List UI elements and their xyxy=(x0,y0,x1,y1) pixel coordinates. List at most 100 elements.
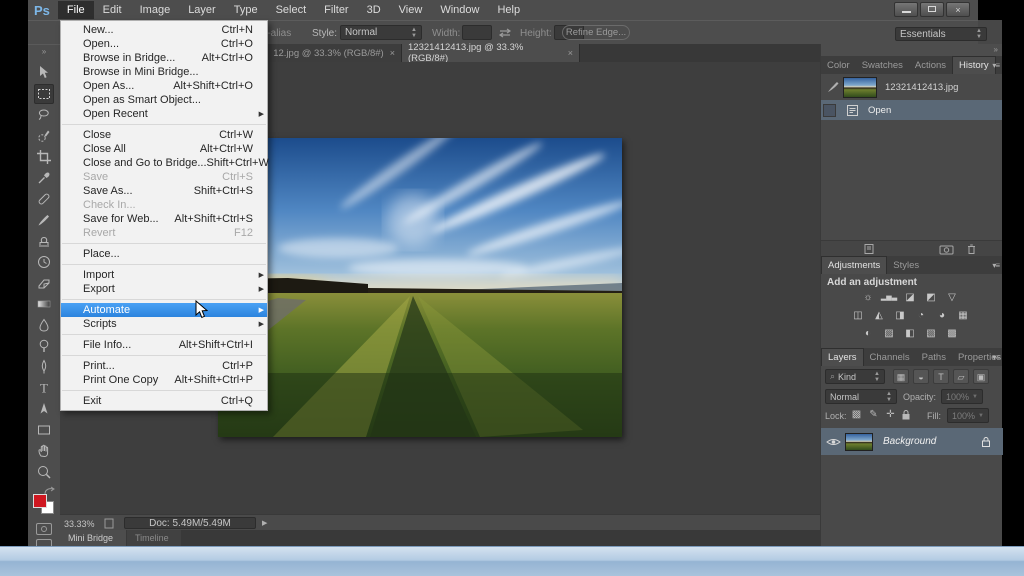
delete-icon[interactable] xyxy=(966,243,977,255)
tab-history[interactable]: History xyxy=(952,56,996,74)
menu-item-export[interactable]: Export ▶ xyxy=(61,282,267,296)
menu-view[interactable]: View xyxy=(390,1,432,19)
panel-menu-icon[interactable]: ▾≡ xyxy=(992,261,1000,270)
filter-adjustment-layers-icon[interactable]: ◒ xyxy=(913,369,929,384)
restore-button[interactable] xyxy=(920,2,944,17)
history-state-well[interactable] xyxy=(823,103,836,117)
menu-edit[interactable]: Edit xyxy=(94,1,131,19)
tool-spot-healing[interactable] xyxy=(34,189,54,209)
menu-item-scripts[interactable]: Scripts ▶ xyxy=(61,317,267,331)
tool-pen[interactable] xyxy=(34,357,54,377)
tab-timeline[interactable]: Timeline xyxy=(127,530,181,546)
tool-rectangle-shape[interactable] xyxy=(34,420,54,440)
menu-item-open-as[interactable]: Open As... Alt+Shift+Ctrl+O xyxy=(61,79,267,93)
tab-styles[interactable]: Styles xyxy=(887,256,925,274)
tool-type[interactable]: T xyxy=(34,378,54,398)
vibrance-icon[interactable]: ▽ xyxy=(943,291,961,305)
tool-crop[interactable] xyxy=(34,147,54,167)
tool-path-selection[interactable] xyxy=(34,399,54,419)
menu-help[interactable]: Help xyxy=(488,1,529,19)
history-brush-well-icon[interactable] xyxy=(826,80,840,94)
exposure-icon[interactable]: ◩ xyxy=(922,291,940,305)
swap-dimensions-icon[interactable] xyxy=(498,28,512,38)
fill-field[interactable]: 100% ▼ xyxy=(947,408,989,423)
menu-item-open-as-smart-object[interactable]: Open as Smart Object... xyxy=(61,93,267,107)
tool-move[interactable] xyxy=(34,63,54,83)
threshold-icon[interactable]: ◧ xyxy=(901,327,919,341)
selective-color-icon[interactable]: ▧ xyxy=(922,327,940,341)
lock-transparency-icon[interactable]: ▩ xyxy=(849,409,864,420)
collapse-dock-icon[interactable]: » xyxy=(994,45,998,54)
tool-history-brush[interactable] xyxy=(34,252,54,272)
menu-select[interactable]: Select xyxy=(267,1,316,19)
tool-zoom[interactable] xyxy=(34,462,54,482)
menu-item-save-for-web[interactable]: Save for Web... Alt+Shift+Ctrl+S xyxy=(61,212,267,226)
invert-icon[interactable]: ◐ xyxy=(859,327,877,341)
new-document-from-state-icon[interactable] xyxy=(863,243,876,255)
layer-visibility-eye-icon[interactable] xyxy=(826,437,841,447)
width-input[interactable] xyxy=(462,25,492,40)
tab-adjustments[interactable]: Adjustments xyxy=(821,256,888,274)
filter-smart-objects-icon[interactable]: ▣ xyxy=(973,369,989,384)
menu-window[interactable]: Window xyxy=(431,1,488,19)
history-snapshot-row[interactable]: 12321412413.jpg xyxy=(821,74,1002,100)
document-tab-active[interactable]: 12321412413.jpg @ 33.3% (RGB/8#) × xyxy=(402,42,580,64)
tab-channels[interactable]: Channels xyxy=(864,348,916,366)
gradient-map-icon[interactable]: ▩ xyxy=(943,327,961,341)
opacity-field[interactable]: 100% ▼ xyxy=(941,389,983,404)
tab-paths[interactable]: Paths xyxy=(916,348,952,366)
tool-quick-selection[interactable] xyxy=(34,126,54,146)
menu-item-new[interactable]: New... Ctrl+N xyxy=(61,23,267,37)
quick-mask-icon[interactable] xyxy=(36,523,52,535)
black-white-icon[interactable]: ◨ xyxy=(891,309,909,323)
menu-item-close-and-go-to-bridge[interactable]: Close and Go to Bridge... Shift+Ctrl+W xyxy=(61,156,269,170)
menu-type[interactable]: Type xyxy=(225,1,267,19)
tool-dodge[interactable] xyxy=(34,336,54,356)
tool-eraser[interactable] xyxy=(34,273,54,293)
collapse-panel-icon[interactable]: » xyxy=(28,45,60,56)
document-image[interactable] xyxy=(218,127,637,437)
snapshot-camera-icon[interactable] xyxy=(939,243,954,255)
color-lookup-icon[interactable]: ▦ xyxy=(954,309,972,323)
menu-layer[interactable]: Layer xyxy=(179,1,225,19)
tab-color[interactable]: Color xyxy=(821,56,856,74)
tab-swatches[interactable]: Swatches xyxy=(856,56,909,74)
tool-rectangular-marquee[interactable] xyxy=(34,84,54,104)
tab-layers[interactable]: Layers xyxy=(821,348,864,366)
panel-menu-icon[interactable]: ▾≡ xyxy=(992,61,1000,70)
doc-size-field[interactable]: Doc: 5.49M/5.49M xyxy=(124,517,256,529)
menu-filter[interactable]: Filter xyxy=(315,1,357,19)
tab-actions[interactable]: Actions xyxy=(909,56,952,74)
tool-brush[interactable] xyxy=(34,210,54,230)
style-select[interactable]: Normal ▲ ▼ xyxy=(340,25,422,40)
color-balance-icon[interactable]: ◭ xyxy=(870,309,888,323)
status-arrow-icon[interactable]: ▶ xyxy=(262,519,267,527)
lock-all-icon[interactable] xyxy=(901,409,911,421)
menu-item-import[interactable]: Import ▶ xyxy=(61,268,267,282)
history-state-open[interactable]: Open xyxy=(821,100,1002,120)
levels-icon[interactable]: ▂▅▃ xyxy=(880,291,898,305)
zoom-level[interactable]: 33.33% xyxy=(64,519,95,529)
tool-clone-stamp[interactable] xyxy=(34,231,54,251)
panel-menu-icon[interactable]: ▾≡ xyxy=(992,353,1000,362)
close-button[interactable]: × xyxy=(946,2,970,17)
filter-type-layers-icon[interactable]: T xyxy=(933,369,949,384)
menu-item-file-info[interactable]: File Info... Alt+Shift+Ctrl+I xyxy=(61,338,267,352)
tool-lasso[interactable] xyxy=(34,105,54,125)
menu-item-browse-in-mini-bridge[interactable]: Browse in Mini Bridge... xyxy=(61,65,267,79)
menu-item-open[interactable]: Open... Ctrl+O xyxy=(61,37,267,51)
curves-icon[interactable]: ◪ xyxy=(901,291,919,305)
blend-mode-select[interactable]: Normal ▲ ▼ xyxy=(825,389,897,404)
menu-3d[interactable]: 3D xyxy=(358,1,390,19)
photo-filter-icon[interactable]: ◔ xyxy=(912,309,930,323)
menu-item-close-all[interactable]: Close All Alt+Ctrl+W xyxy=(61,142,267,156)
tab-mini-bridge[interactable]: Mini Bridge xyxy=(60,530,126,546)
foreground-color-swatch[interactable] xyxy=(33,494,47,508)
minimize-button[interactable] xyxy=(894,2,918,17)
lock-paint-icon[interactable]: ✎ xyxy=(866,409,881,420)
layer-filter-kind-select[interactable]: ⌕ Kind ▲ ▼ xyxy=(825,369,885,384)
filter-shape-layers-icon[interactable]: ▱ xyxy=(953,369,969,384)
refine-edge-button[interactable]: Refine Edge... xyxy=(562,25,630,40)
close-tab-icon[interactable]: × xyxy=(568,48,573,58)
menu-item-print[interactable]: Print... Ctrl+P xyxy=(61,359,267,373)
